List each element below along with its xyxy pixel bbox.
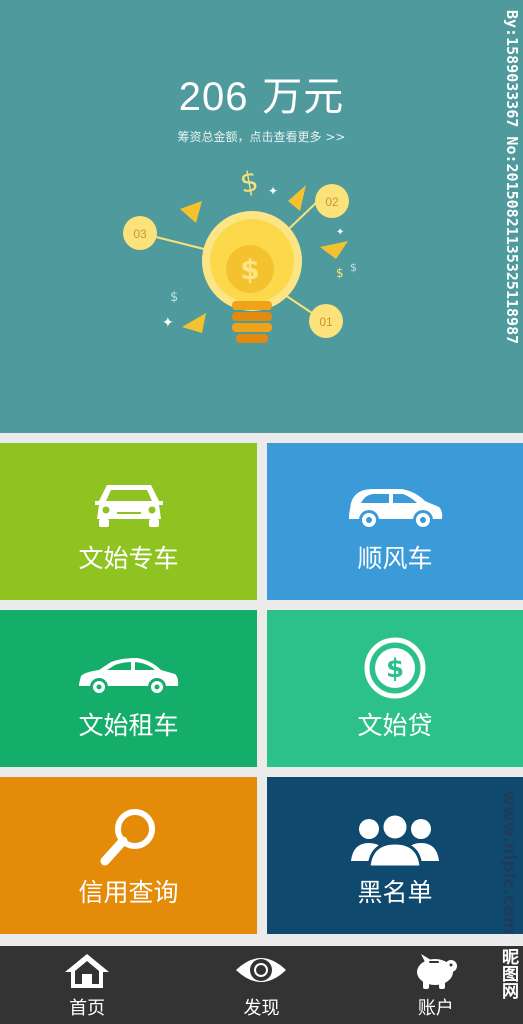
badge-02: 02 xyxy=(325,195,339,209)
svg-text:✦: ✦ xyxy=(268,184,278,198)
svg-text:$: $ xyxy=(237,165,260,200)
nav-label: 发现 xyxy=(243,998,280,1019)
badge-03: 03 xyxy=(133,227,147,241)
car-front-icon xyxy=(0,481,257,531)
bottom-nav: 首页 发现 账户 xyxy=(0,946,523,1024)
watermark-site: www.nipic.com xyxy=(499,790,519,934)
eye-icon xyxy=(174,952,348,988)
svg-text:$: $ xyxy=(386,654,404,684)
tile-label: 信用查询 xyxy=(78,878,179,907)
tile-label: 顺风车 xyxy=(357,544,433,573)
group-people-icon xyxy=(267,811,523,867)
svg-text:$: $ xyxy=(336,266,344,280)
sedan-icon xyxy=(0,656,257,698)
home-icon xyxy=(0,952,174,990)
watermark-id: By:1589033367 No:20150821135325118987 xyxy=(503,10,521,345)
tile-label: 文始专车 xyxy=(78,544,179,573)
nav-discover[interactable]: 发现 xyxy=(174,946,348,1024)
nav-home[interactable]: 首页 xyxy=(0,946,174,1024)
amount-unit: 万元 xyxy=(262,74,345,120)
tile-label: 文始租车 xyxy=(78,711,179,740)
badge-01: 01 xyxy=(319,315,333,329)
tile-wenshi-car[interactable]: 文始专车 xyxy=(0,443,257,600)
svg-text:$: $ xyxy=(350,261,357,274)
tile-label: 文始贷 xyxy=(357,711,433,740)
nav-label: 首页 xyxy=(69,998,106,1019)
tile-wenshi-loan[interactable]: $ 文始贷 xyxy=(267,610,523,767)
amount-value: 206 xyxy=(178,75,249,119)
lightbulb-money-illustration: 03 02 01 $ $ ✦ ✦ ✦ $ $ $ xyxy=(123,165,357,343)
svg-text:$: $ xyxy=(240,253,259,286)
watermark-brand: 昵图网 xyxy=(498,948,518,999)
svg-text:✦: ✦ xyxy=(162,315,174,331)
tile-credit-check[interactable]: 信用查询 xyxy=(0,777,257,934)
hatchback-icon xyxy=(267,485,523,531)
tile-ride-share[interactable]: 顺风车 xyxy=(267,443,523,600)
tile-wenshi-rental[interactable]: 文始租车 xyxy=(0,610,257,767)
tile-blacklist[interactable]: 黑名单 xyxy=(267,777,523,934)
svg-text:$: $ xyxy=(170,290,178,305)
tile-label: 黑名单 xyxy=(357,878,433,907)
funding-amount: 206 万元 xyxy=(0,64,523,122)
svg-text:✦: ✦ xyxy=(336,227,344,238)
hero-banner: 206 万元 筹资总金额，点击查看更多 >> 03 02 01 $ $ ✦ ✦ … xyxy=(0,0,523,433)
dollar-coin-icon: $ xyxy=(267,636,523,700)
watermark-site-text: www.nipic.com xyxy=(499,790,519,935)
view-more-link[interactable]: 筹资总金额，点击查看更多 >> xyxy=(0,128,523,145)
magnifier-icon xyxy=(0,807,257,867)
